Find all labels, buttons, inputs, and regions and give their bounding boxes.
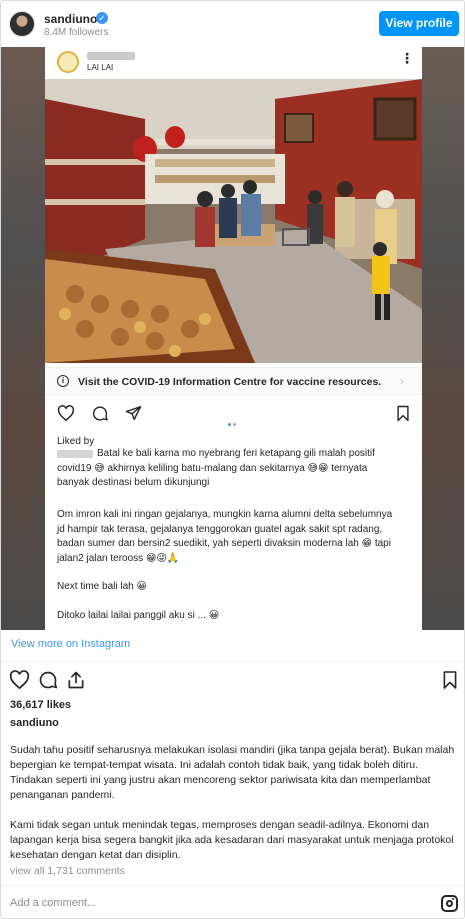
screenshot-caption-1: Batal ke bali karna mo nyebrang feri ket… — [57, 448, 375, 488]
view-profile-button[interactable]: View profile — [379, 11, 459, 36]
media-blur-right — [420, 47, 464, 630]
instagram-embed: sandiuno ✓ 8.4M followers View profile L… — [0, 0, 465, 919]
info-icon: i — [57, 375, 69, 387]
liked-by-label: Liked by — [57, 436, 95, 447]
view-all-comments-link[interactable]: view all 1,731 comments — [10, 865, 125, 877]
store-photo — [45, 79, 422, 363]
avatar[interactable] — [9, 11, 35, 37]
like-count[interactable]: 36,617 likes — [10, 699, 71, 711]
screenshot-caption-4: Ditoko lailai lailai panggil aku si ... … — [57, 610, 220, 621]
divider — [1, 661, 464, 662]
post-caption: Sudah tahu positif seharusnya melakukan … — [10, 743, 458, 878]
more-options-icon: ⋮ — [400, 50, 414, 66]
screenshot-avatar — [57, 51, 79, 73]
follower-count: 8.4M followers — [44, 27, 109, 38]
save-bookmark-icon[interactable] — [442, 670, 458, 690]
like-heart-icon[interactable] — [9, 670, 30, 689]
bookmark-icon — [397, 405, 409, 422]
screenshot-card: LAI LAI ⋮ i Visit the COVID-19 Informati… — [45, 47, 422, 630]
media-blur-left — [1, 47, 45, 630]
caption-paragraph-1: Sudah tahu positif seharusnya melakukan … — [10, 744, 455, 801]
comment-icon — [92, 406, 108, 421]
caption-paragraph-2: Kami tidak segan untuk menindak tegas, m… — [10, 819, 454, 861]
covid-banner-text: Visit the COVID-19 Information Centre fo… — [78, 376, 382, 388]
caption-username[interactable]: sandiuno — [10, 717, 59, 729]
carousel-dots — [228, 413, 238, 431]
comment-icon[interactable] — [38, 670, 58, 690]
covid-info-banner[interactable]: i Visit the COVID-19 Information Centre … — [45, 367, 422, 395]
screenshot-caption-3: Next time bali lah 😀 — [57, 581, 147, 592]
chevron-right-icon: › — [400, 374, 404, 388]
post-header: sandiuno ✓ 8.4M followers View profile — [1, 1, 464, 47]
screenshot-header: LAI LAI ⋮ — [45, 47, 422, 79]
view-more-link[interactable]: View more on Instagram — [11, 638, 130, 650]
upload-share-icon[interactable] — [66, 670, 86, 690]
store-photo-drawing — [45, 79, 422, 363]
comment-bar: Add a comment... — [1, 885, 464, 918]
post-actions — [1, 663, 464, 697]
screenshot-caption-2: Om imron kali ini ringan gejalanya, mung… — [57, 509, 393, 564]
add-comment-input[interactable]: Add a comment... — [10, 897, 96, 909]
instagram-logo-icon[interactable] — [441, 895, 458, 912]
post-media[interactable]: LAI LAI ⋮ i Visit the COVID-19 Informati… — [1, 47, 464, 630]
screenshot-actions — [45, 401, 422, 426]
blurred-username — [87, 52, 135, 60]
instagram-logo-dot — [452, 898, 454, 900]
heart-icon — [57, 405, 75, 421]
username[interactable]: sandiuno — [44, 12, 97, 26]
verified-badge-icon: ✓ — [96, 12, 108, 24]
screenshot-location: LAI LAI — [87, 63, 114, 72]
share-icon — [125, 405, 142, 421]
